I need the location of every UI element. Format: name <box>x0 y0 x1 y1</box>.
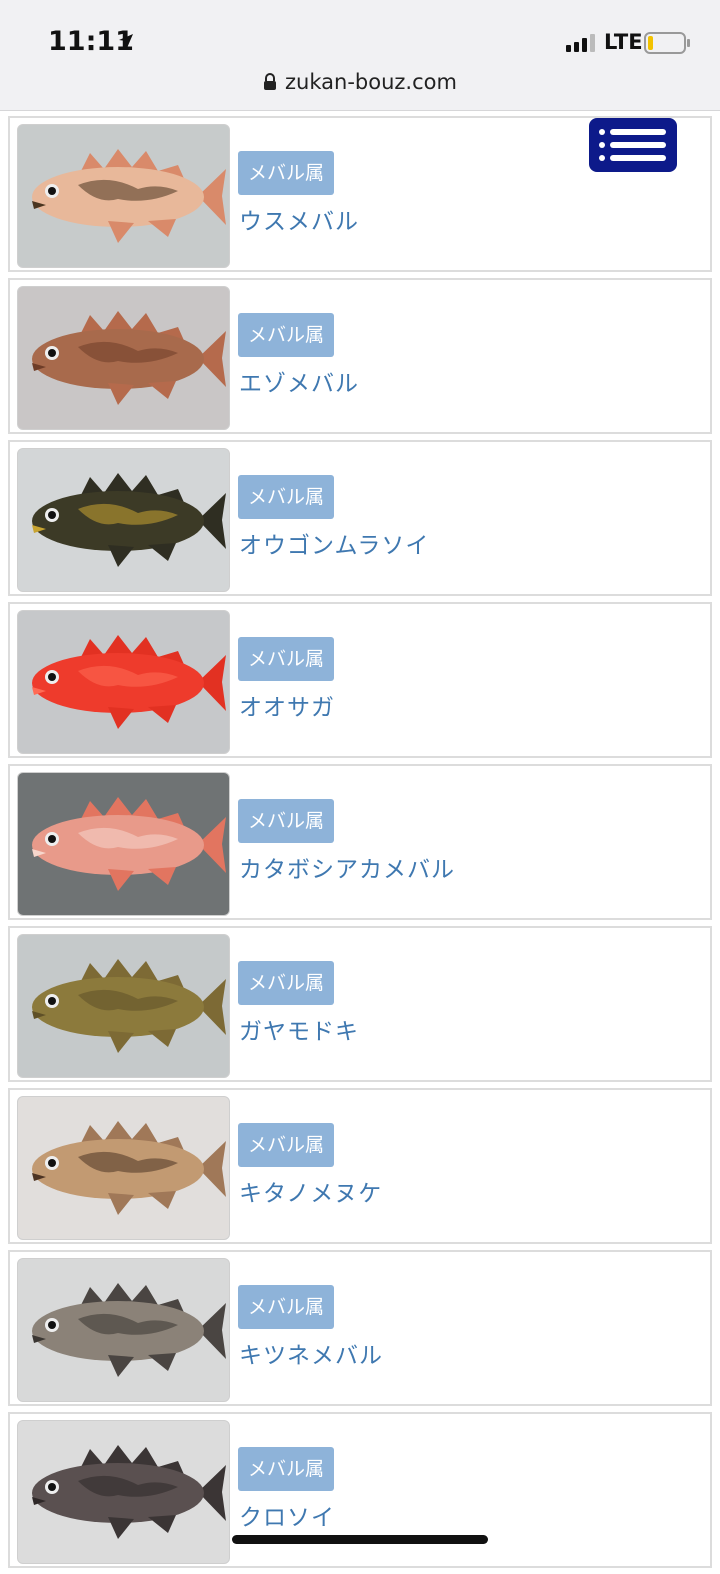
list-item[interactable]: メバル属 オウゴンムラソイ <box>8 440 712 596</box>
network-type: LTE <box>604 30 643 54</box>
menu-button[interactable] <box>589 118 677 172</box>
list-item[interactable]: メバル属 クロソイ <box>8 1412 712 1568</box>
species-name-link[interactable]: キツネメバル <box>239 1336 383 1370</box>
species-name-link[interactable]: ウスメバル <box>239 202 359 236</box>
list-item[interactable]: メバル属 カタボシアカメバル <box>8 764 712 920</box>
species-name-link[interactable]: オウゴンムラソイ <box>239 526 429 560</box>
genus-tag[interactable]: メバル属 <box>238 1285 335 1329</box>
genus-tag[interactable]: メバル属 <box>238 313 335 357</box>
genus-tag[interactable]: メバル属 <box>238 1123 335 1167</box>
location-arrow-icon <box>118 33 134 53</box>
list-item[interactable]: メバル属 エゾメバル <box>8 278 712 434</box>
url-text: zukan-bouz.com <box>285 70 457 94</box>
fish-photo <box>17 934 230 1078</box>
species-name-link[interactable]: ガヤモドキ <box>239 1012 359 1046</box>
lock-icon <box>263 72 277 96</box>
list-item[interactable]: メバル属 キツネメバル <box>8 1250 712 1406</box>
hamburger-menu-icon <box>599 129 666 161</box>
fish-photo <box>17 1096 230 1240</box>
genus-tag[interactable]: メバル属 <box>238 475 335 519</box>
fish-photo <box>17 772 230 916</box>
species-name-link[interactable]: カタボシアカメバル <box>239 850 455 884</box>
species-name-link[interactable]: オオサガ <box>239 688 335 722</box>
fish-photo <box>17 448 230 592</box>
genus-tag[interactable]: メバル属 <box>238 1447 335 1491</box>
fish-photo <box>17 1420 230 1564</box>
fish-photo <box>17 610 230 754</box>
genus-tag[interactable]: メバル属 <box>238 961 335 1005</box>
signal-strength-icon <box>566 34 598 56</box>
species-list: メバル属 ウスメバル メバル属 エゾメバル メバル属 オウゴンムラソイ メバル属… <box>8 116 712 1574</box>
species-name-link[interactable]: エゾメバル <box>239 364 359 398</box>
species-name-link[interactable]: キタノメヌケ <box>239 1174 382 1208</box>
list-item[interactable]: メバル属 キタノメヌケ <box>8 1088 712 1244</box>
fish-photo <box>17 124 230 268</box>
address-bar[interactable]: zukan-bouz.com <box>0 70 720 96</box>
genus-tag[interactable]: メバル属 <box>238 151 335 195</box>
battery-icon <box>644 32 692 58</box>
home-indicator <box>232 1535 488 1544</box>
species-name-link[interactable]: クロソイ <box>239 1498 335 1532</box>
fish-photo <box>17 286 230 430</box>
list-item[interactable]: メバル属 オオサガ <box>8 602 712 758</box>
genus-tag[interactable]: メバル属 <box>238 637 335 681</box>
fish-photo <box>17 1258 230 1402</box>
list-item[interactable]: メバル属 ガヤモドキ <box>8 926 712 1082</box>
status-bar: 11:11 LTE zukan-bouz.com <box>0 0 720 111</box>
genus-tag[interactable]: メバル属 <box>238 799 335 843</box>
